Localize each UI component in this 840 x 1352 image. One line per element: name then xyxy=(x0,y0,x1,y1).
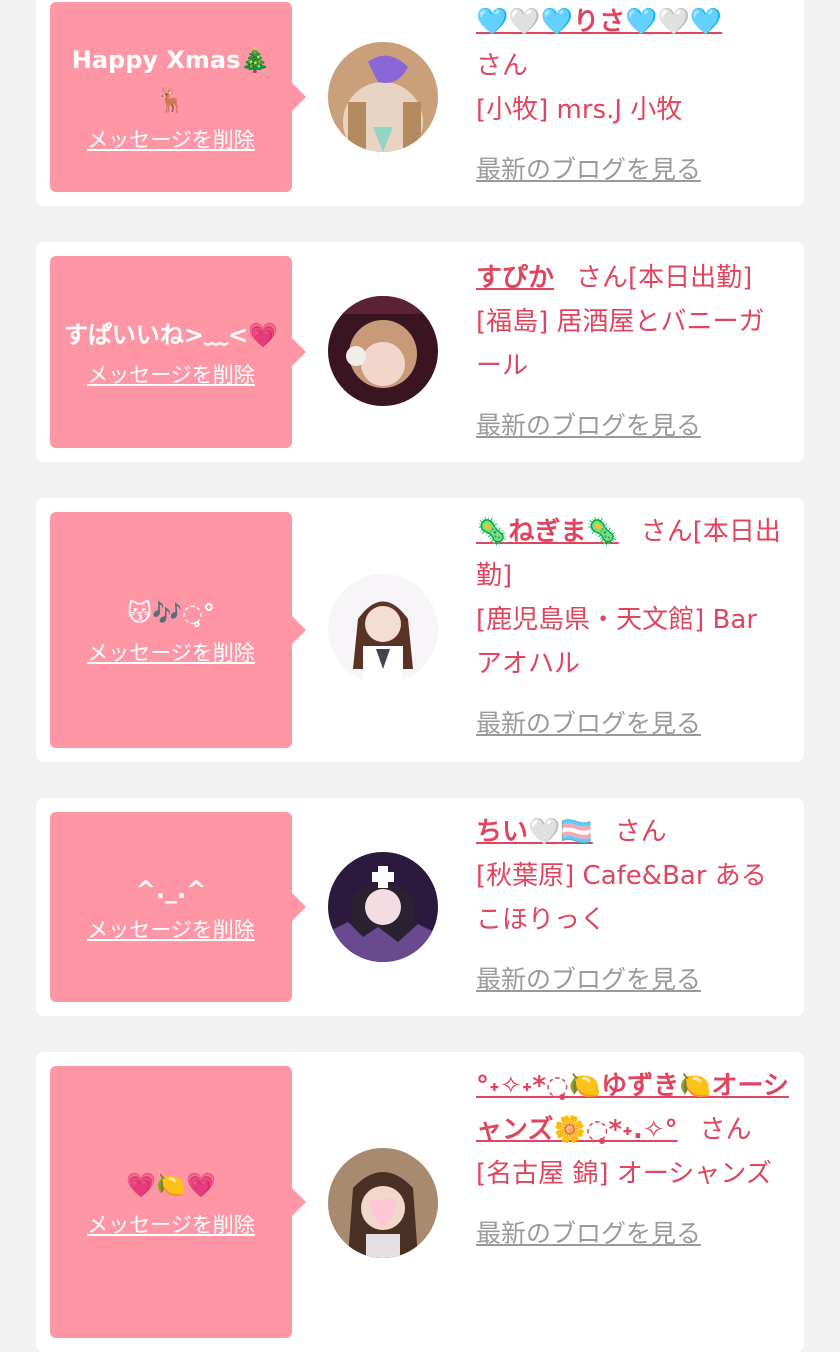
avatar[interactable] xyxy=(328,42,438,152)
delete-message-link[interactable]: メッセージを削除 xyxy=(87,1209,255,1239)
delete-message-link[interactable]: メッセージを削除 xyxy=(87,914,255,944)
cast-name-link[interactable]: 🩵🤍🩵りさ🩵🤍🩵 xyxy=(476,7,722,37)
cast-info: °˖✧˖*◌̥🍋ゆずき🍋オーシャンズ🌼◌̥*˖.✧° さん [名古屋 錦] オーシ… xyxy=(476,1064,790,1256)
message-card: Happy Xmas🎄🦌 メッセージを削除 🩵🤍🩵りさ🩵🤍🩵 さん [小牧] m… xyxy=(36,0,804,206)
shop-label: [秋葉原] Cafe&Bar あるこほりっく xyxy=(476,861,767,935)
latest-blog-link[interactable]: 最新のブログを見る xyxy=(476,148,701,192)
cast-name-line: 🩵🤍🩵りさ🩵🤍🩵 さん xyxy=(476,0,790,88)
message-bubble: Happy Xmas🎄🦌 メッセージを削除 xyxy=(50,2,306,192)
message-bubble: 💗🍋💗 メッセージを削除 xyxy=(50,1066,306,1338)
message-text: ^._.^ xyxy=(135,876,207,904)
honorific: さん xyxy=(476,51,529,81)
avatar[interactable] xyxy=(328,852,438,962)
message-text: 💗🍋💗 xyxy=(126,1171,216,1199)
shop-label: [名古屋 錦] オーシャンズ xyxy=(476,1159,772,1189)
honorific: さん xyxy=(614,817,667,847)
cast-info: 🦠ねぎま🦠 さん[本日出勤] [鹿児島県・天文館] Bar アオハル 最新のブログ… xyxy=(476,510,790,746)
honorific: さん xyxy=(699,1115,752,1145)
avatar[interactable] xyxy=(328,574,438,684)
cast-name-line: すぴか さん[本日出勤] xyxy=(476,256,790,300)
cast-name-link[interactable]: すぴか xyxy=(476,263,554,293)
message-card: ^._.^ メッセージを削除 ちい🤍🏳️‍⚧️ さん [秋葉原] Cafe&Bar… xyxy=(36,798,804,1016)
message-card: 💗🍋💗 メッセージを削除 °˖✧˖*◌̥🍋ゆずき🍋オーシャンズ🌼◌̥*˖.✧° さ… xyxy=(36,1052,804,1352)
delete-message-link[interactable]: メッセージを削除 xyxy=(87,637,255,667)
delete-message-link[interactable]: メッセージを削除 xyxy=(87,359,255,389)
message-bubble: 😽🎶◌̥° メッセージを削除 xyxy=(50,512,306,748)
cast-name-link[interactable]: 🦠ねぎま🦠 xyxy=(476,517,619,547)
latest-blog-link[interactable]: 最新のブログを見る xyxy=(476,1212,701,1256)
avatar[interactable] xyxy=(328,296,438,406)
latest-blog-link[interactable]: 最新のブログを見る xyxy=(476,404,701,448)
avatar[interactable] xyxy=(328,1148,438,1258)
message-text: Happy Xmas🎄🦌 xyxy=(71,46,271,114)
cast-name-line: ちい🤍🏳️‍⚧️ さん xyxy=(476,810,790,854)
cast-info: 🩵🤍🩵りさ🩵🤍🩵 さん [小牧] mrs.J 小牧 最新のブログを見る xyxy=(476,0,790,192)
cast-info: ちい🤍🏳️‍⚧️ さん [秋葉原] Cafe&Bar あるこほりっく 最新のブログ… xyxy=(476,810,790,1002)
cast-name-line: °˖✧˖*◌̥🍋ゆずき🍋オーシャンズ🌼◌̥*˖.✧° さん xyxy=(476,1064,790,1152)
message-card: すぱいいね>﹏<💗 メッセージを削除 すぴか さん[本日出勤] [福島] 居酒屋と… xyxy=(36,242,804,462)
message-bubble: ^._.^ メッセージを削除 xyxy=(50,812,306,1002)
cast-name-line: 🦠ねぎま🦠 さん[本日出勤] xyxy=(476,510,790,598)
message-text: すぱいいね>﹏<💗 xyxy=(63,321,279,349)
message-bubble: すぱいいね>﹏<💗 メッセージを削除 xyxy=(50,256,306,448)
latest-blog-link[interactable]: 最新のブログを見る xyxy=(476,702,701,746)
message-card: 😽🎶◌̥° メッセージを削除 🦠ねぎま🦠 さん[本日出勤] [鹿児島県・天文館] … xyxy=(36,498,804,762)
cast-name-link[interactable]: ちい🤍🏳️‍⚧️ xyxy=(476,817,593,847)
shop-label: [福島] 居酒屋とバニーガール xyxy=(476,307,765,381)
latest-blog-link[interactable]: 最新のブログを見る xyxy=(476,958,701,1002)
cast-info: すぴか さん[本日出勤] [福島] 居酒屋とバニーガール 最新のブログを見る xyxy=(476,256,790,448)
delete-message-link[interactable]: メッセージを削除 xyxy=(87,124,255,154)
message-text: 😽🎶◌̥° xyxy=(127,599,215,627)
shop-label: [小牧] mrs.J 小牧 xyxy=(476,95,683,125)
honorific: さん[本日出勤] xyxy=(576,263,753,293)
shop-label: [鹿児島県・天文館] Bar アオハル xyxy=(476,605,758,679)
